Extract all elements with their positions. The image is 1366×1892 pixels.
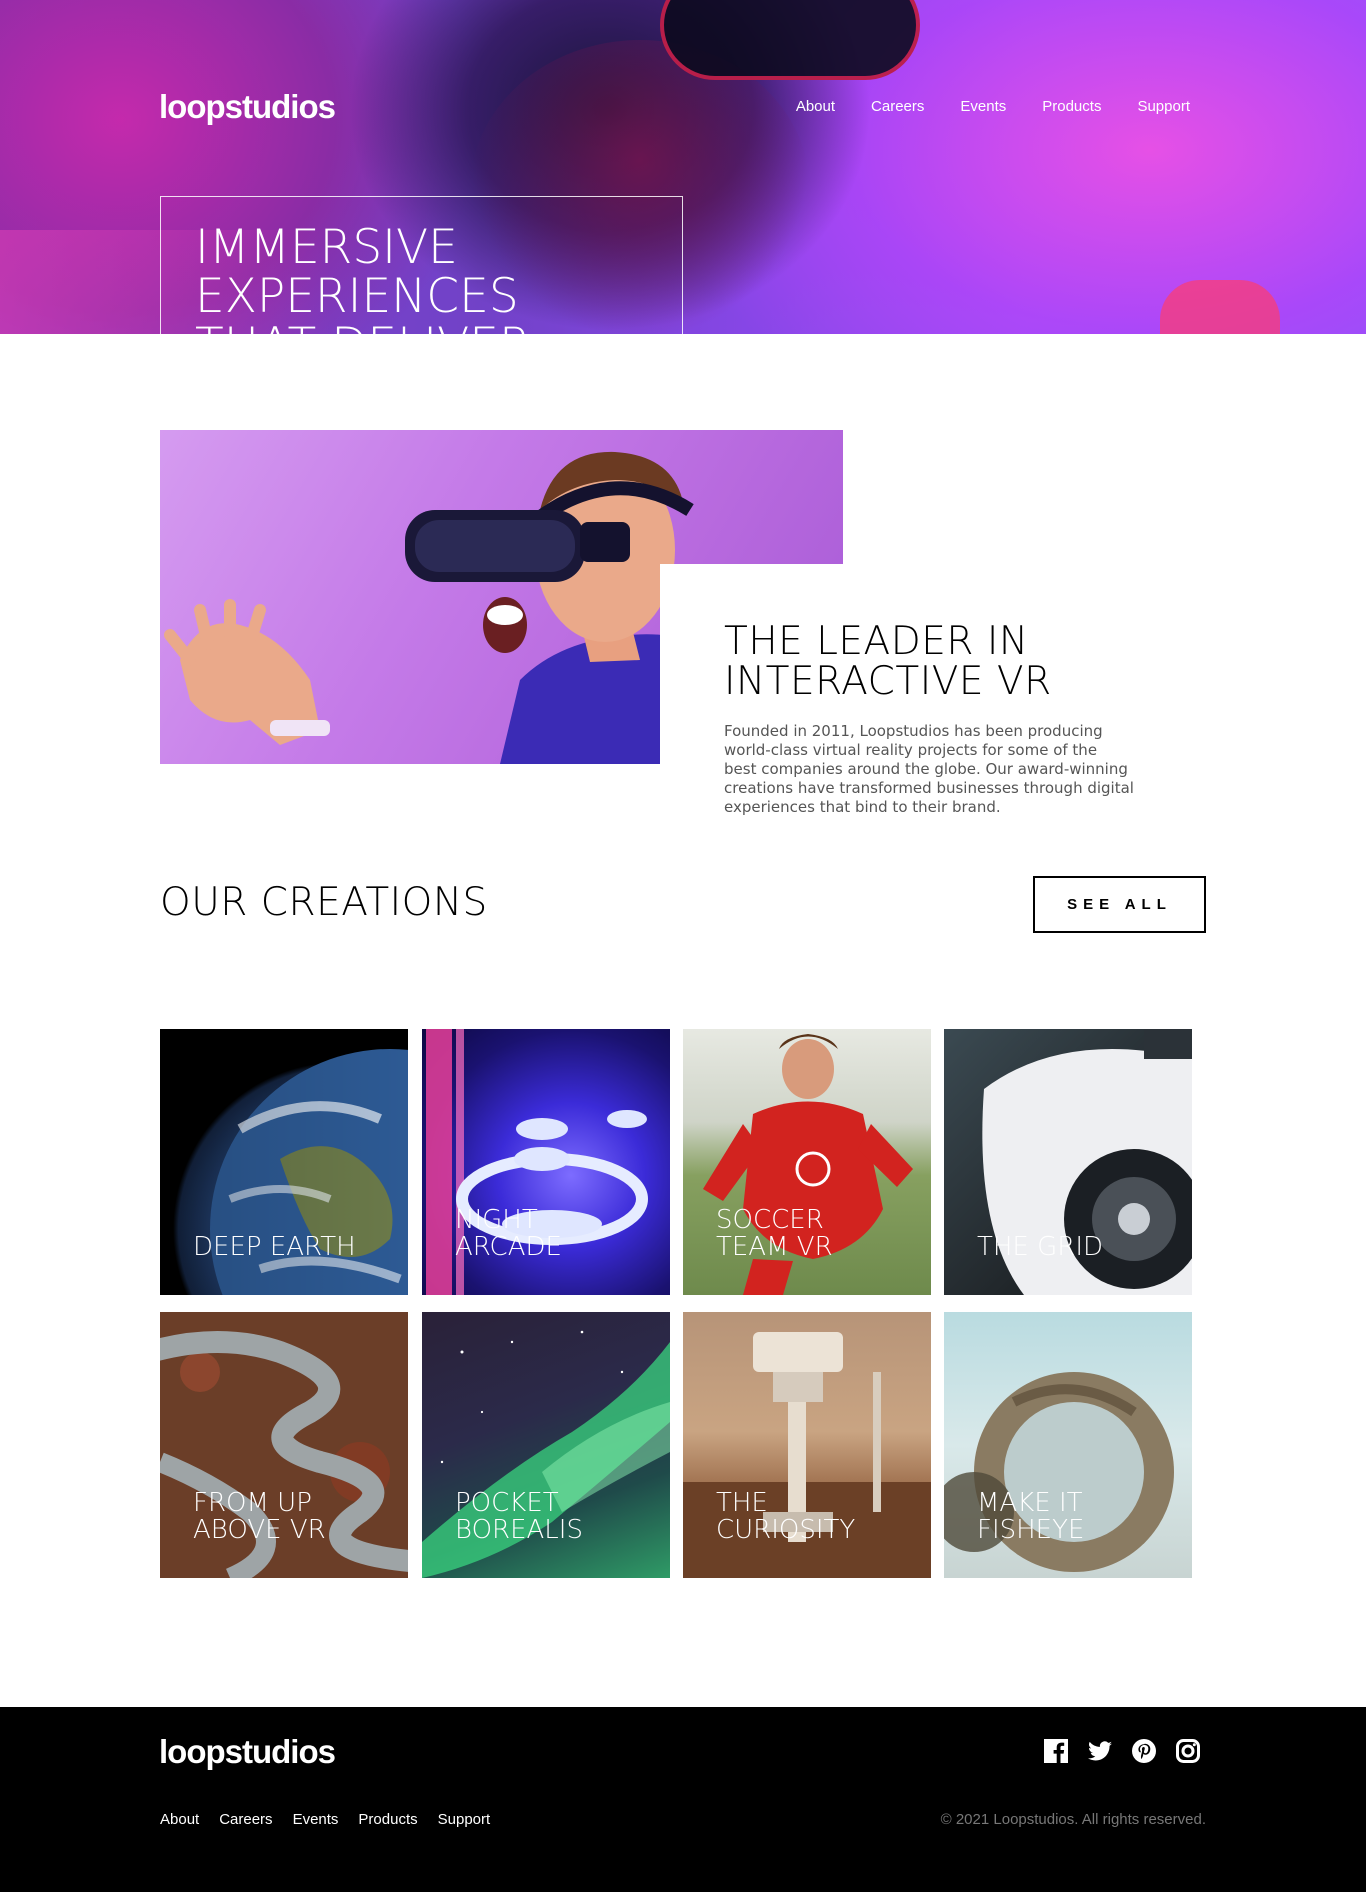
pinterest-icon[interactable] [1132,1739,1156,1763]
card-title: MAKE IT FISHEYE [977,1488,1085,1545]
creation-card-soccer-team[interactable]: SOCCER TEAM VR [683,1029,931,1295]
creation-card-pocket-borealis[interactable]: POCKET BOREALIS [422,1312,670,1578]
card-title: THE CURIOSITY [716,1488,856,1545]
nav-careers[interactable]: Careers [871,98,924,115]
intro-text: Founded in 2011, Loopstudios has been pr… [724,722,1134,816]
hero-background-light-right [1160,280,1280,334]
card-title: SOCCER TEAM VR [716,1205,833,1262]
hero: loopstudios About Careers Events Product… [0,0,1366,334]
main-nav: About Careers Events Products Support [760,98,1190,115]
hero-headline: IMMERSIVE EXPERIENCES THAT DELIVER [195,220,532,334]
creation-card-night-arcade[interactable]: NIGHT ARCADE [422,1029,670,1295]
intro-title: THE LEADER IN INTERACTIVE VR [724,619,1052,704]
facebook-icon[interactable] [1044,1739,1068,1763]
card-title: NIGHT ARCADE [455,1205,562,1262]
footer: loopstudios About Careers Events Product… [0,1707,1366,1892]
creation-card-deep-earth[interactable]: DEEP EARTH [160,1029,408,1295]
creation-card-the-curiosity[interactable]: THE CURIOSITY [683,1312,931,1578]
nav-support[interactable]: Support [1137,98,1190,115]
creation-card-make-it-fisheye[interactable]: MAKE IT FISHEYE [944,1312,1192,1578]
footer-nav-about[interactable]: About [160,1811,199,1828]
see-all-button[interactable]: SEE ALL [1033,876,1206,933]
creation-card-the-grid[interactable]: THE GRID [944,1029,1192,1295]
footer-nav-support[interactable]: Support [438,1811,491,1828]
nav-about[interactable]: About [796,98,835,115]
nav-products[interactable]: Products [1042,98,1101,115]
card-title: THE GRID [977,1232,1104,1262]
hero-background-headset [660,0,920,80]
creations-grid: DEEP EARTH NIGHT ARCADE SOCCER TEAM VR T… [160,1029,1193,1579]
footer-nav-careers[interactable]: Careers [219,1811,272,1828]
footer-nav-events[interactable]: Events [293,1811,339,1828]
intro-card: THE LEADER IN INTERACTIVE VR Founded in … [660,564,1206,854]
social-links [1044,1739,1200,1763]
creations-title: OUR CREATIONS [160,880,488,925]
copyright-text: © 2021 Loopstudios. All rights reserved. [940,1811,1206,1828]
instagram-icon[interactable] [1176,1739,1200,1763]
card-title: FROM UP ABOVE VR [193,1488,326,1545]
nav-events[interactable]: Events [960,98,1006,115]
creation-card-from-up-above[interactable]: FROM UP ABOVE VR [160,1312,408,1578]
footer-nav: About Careers Events Products Support [160,1811,510,1828]
hero-headline-box: IMMERSIVE EXPERIENCES THAT DELIVER [160,196,683,334]
logo[interactable]: loopstudios [159,88,336,126]
card-title: POCKET BOREALIS [455,1488,583,1545]
twitter-icon[interactable] [1088,1739,1112,1763]
card-title: DEEP EARTH [193,1232,356,1262]
footer-logo[interactable]: loopstudios [159,1733,336,1771]
footer-nav-products[interactable]: Products [358,1811,417,1828]
